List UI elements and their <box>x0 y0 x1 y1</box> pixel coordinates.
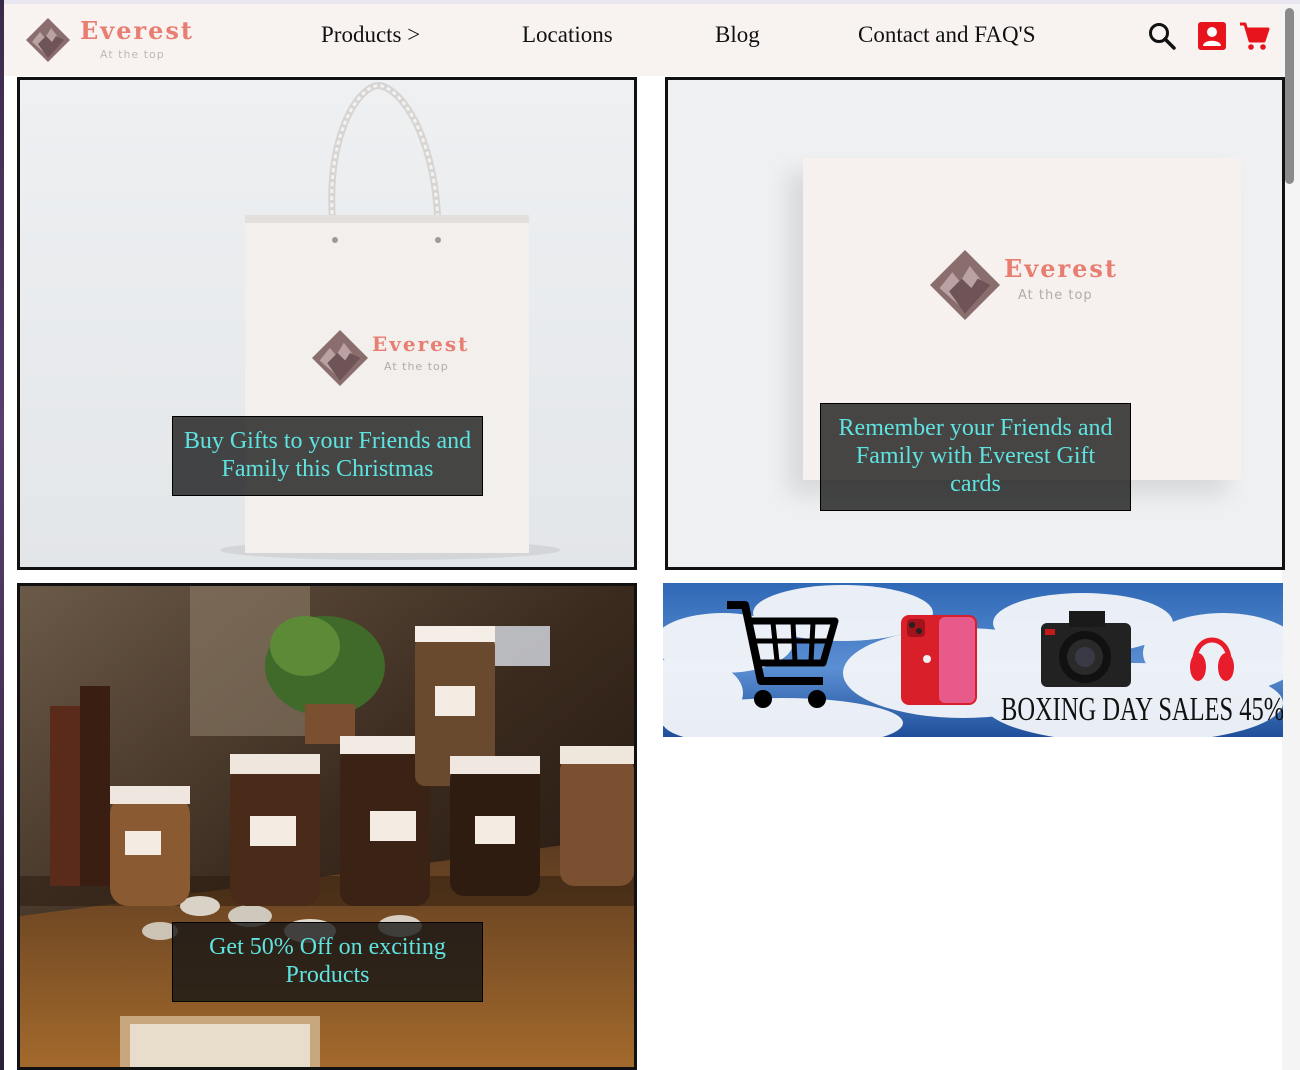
boxing-day-banner[interactable]: BOXING DAY SALES 45% OFF <box>663 583 1283 737</box>
nav-products[interactable]: Products > <box>321 22 420 48</box>
giftcard-logo: Everest At the top <box>930 250 1130 330</box>
nav-contact[interactable]: Contact and FAQ'S <box>858 22 1036 48</box>
mountain-logo-icon <box>312 330 368 386</box>
discount-products-card[interactable]: Get 50% Off on exciting Products <box>17 583 637 1070</box>
mountain-logo-icon <box>930 250 1000 320</box>
window-edge <box>0 0 4 1070</box>
bag-brand-tagline: At the top <box>384 360 449 373</box>
search-icon[interactable] <box>1146 20 1178 52</box>
brand-tagline: At the top <box>100 48 165 61</box>
site-header: Everest At the top Products > Locations … <box>4 4 1282 76</box>
mountain-logo-icon <box>26 18 70 62</box>
camera-icon <box>1041 611 1131 687</box>
banner-sale-text: BOXING DAY SALES 45% OFF <box>1001 691 1283 728</box>
scrollbar-thumb[interactable] <box>1285 8 1294 184</box>
bag-brand-name: Everest <box>372 332 470 356</box>
giftcard-brand-tagline: At the top <box>1018 288 1093 303</box>
smartphone-icon <box>901 615 977 705</box>
cart-icon[interactable] <box>1238 20 1270 52</box>
site-logo[interactable]: Everest At the top <box>22 14 202 72</box>
nav-locations[interactable]: Locations <box>522 22 613 48</box>
giftcard-brand-name: Everest <box>1004 254 1119 283</box>
bag-logo: Everest At the top <box>312 330 492 390</box>
headphones-icon <box>1190 637 1234 681</box>
nav-blog[interactable]: Blog <box>715 22 760 48</box>
christmas-gifts-card[interactable]: Everest At the top Buy Gifts to your Fri… <box>17 77 637 570</box>
card-caption: Buy Gifts to your Friends and Family thi… <box>172 416 483 496</box>
shopping-cart-icon <box>727 601 839 708</box>
brand-name: Everest <box>80 16 195 45</box>
card-caption: Get 50% Off on exciting Products <box>172 922 483 1002</box>
gift-cards-card[interactable]: Everest At the top Remember your Friends… <box>665 77 1285 570</box>
account-icon[interactable] <box>1196 20 1228 52</box>
card-caption: Remember your Friends and Family with Ev… <box>820 403 1131 511</box>
